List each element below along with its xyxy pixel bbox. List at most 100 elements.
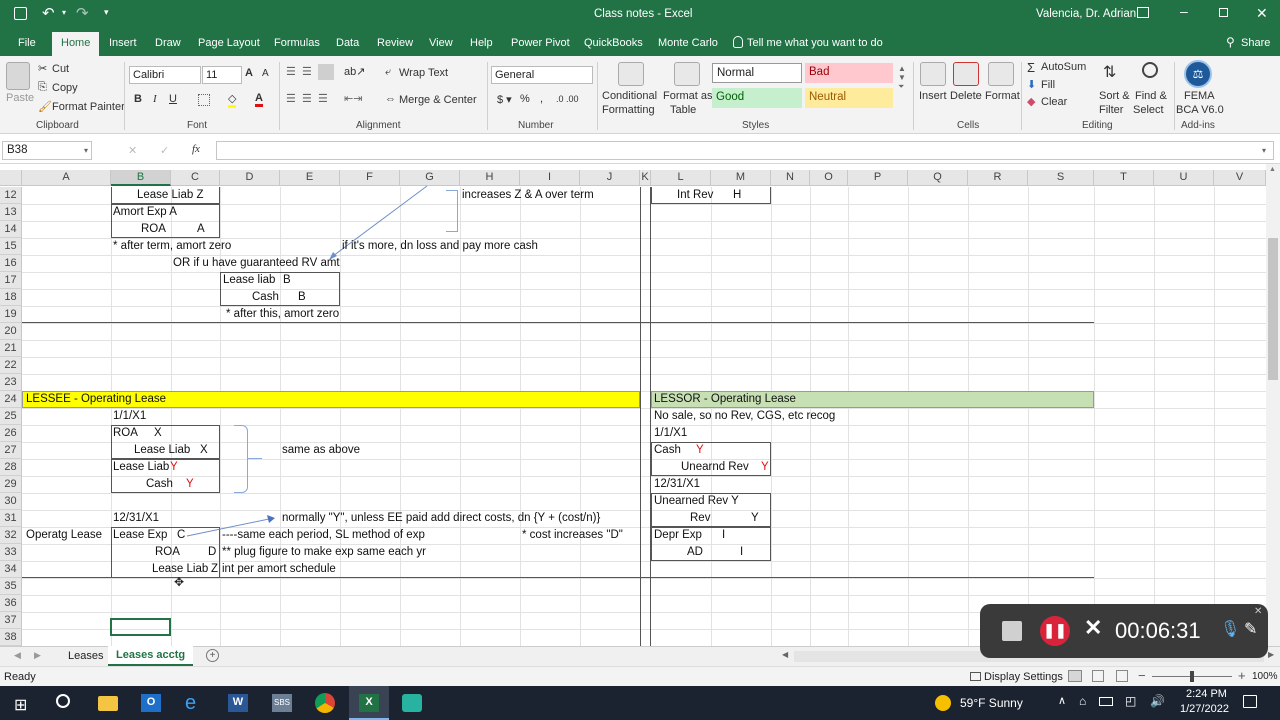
tray-chevron-icon[interactable]: ∧ <box>1058 694 1066 707</box>
tab-insert[interactable]: Insert <box>109 37 137 49</box>
cell-l26[interactable]: 1/1/X1 <box>654 425 687 442</box>
display-settings-icon[interactable] <box>970 672 981 681</box>
row-header[interactable]: 19 <box>0 306 22 323</box>
percent-icon[interactable]: % <box>520 93 530 105</box>
merge-center-button[interactable]: Merge & Center <box>399 94 477 106</box>
cell-m33[interactable]: I <box>740 544 743 561</box>
cell-e27[interactable]: same as above <box>282 442 360 459</box>
col-header-r[interactable]: R <box>968 170 1028 186</box>
app-icon[interactable]: SBS <box>272 694 292 712</box>
sort-filter-label2[interactable]: Filter <box>1099 104 1123 116</box>
row-header[interactable]: 34 <box>0 561 22 578</box>
cell-d33[interactable]: ** plug figure to make exp same each yr <box>222 544 426 561</box>
style-normal[interactable]: Normal <box>712 63 802 83</box>
weather-text[interactable]: 59°F Sunny <box>960 696 1023 710</box>
notifications-icon[interactable] <box>1243 695 1257 708</box>
cell-e31[interactable]: normally "Y", unless EE paid add direct … <box>282 510 600 527</box>
row-header[interactable]: 29 <box>0 476 22 493</box>
cell-b25[interactable]: 1/1/X1 <box>113 408 146 425</box>
insert-cells-icon[interactable] <box>920 62 946 86</box>
find-select-icon[interactable] <box>1142 62 1158 78</box>
cell-d33-amount[interactable]: D <box>208 544 216 561</box>
tell-me-search[interactable]: Tell me what you want to do <box>747 37 883 49</box>
align-middle-icon[interactable]: ☰ <box>302 65 312 78</box>
network-icon[interactable]: ⌂ <box>1079 694 1086 708</box>
tab-draw[interactable]: Draw <box>155 37 181 49</box>
cut-icon[interactable]: ✂ <box>38 62 47 75</box>
tab-page-layout[interactable]: Page Layout <box>198 37 260 49</box>
row-header[interactable]: 16 <box>0 255 22 272</box>
align-top-icon[interactable]: ☰ <box>286 65 296 78</box>
col-header-t[interactable]: T <box>1094 170 1154 186</box>
cell-l33[interactable]: AD <box>687 544 703 561</box>
hscroll-left-icon[interactable]: ◀ <box>782 650 788 659</box>
scroll-thumb[interactable] <box>1268 238 1278 380</box>
format-cells-button[interactable]: Format <box>985 90 1020 102</box>
selected-cell-b38[interactable] <box>110 618 171 636</box>
cell-b28-amount[interactable]: Y <box>170 459 178 476</box>
clock-time[interactable]: 2:24 PM <box>1186 688 1227 700</box>
cut-button[interactable]: Cut <box>52 63 69 75</box>
row-header[interactable]: 15 <box>0 238 22 255</box>
row-header[interactable]: 37 <box>0 612 22 629</box>
col-header-v[interactable]: V <box>1214 170 1266 186</box>
clock-date[interactable]: 1/27/2022 <box>1180 703 1229 715</box>
tab-quickbooks[interactable]: QuickBooks <box>584 37 643 49</box>
stop-recording-icon[interactable] <box>1002 621 1022 641</box>
styles-scroll-icon[interactable]: ▲ ▼ ⏷ <box>898 64 906 92</box>
col-header-l[interactable]: L <box>651 170 711 186</box>
col-header-i[interactable]: I <box>520 170 580 186</box>
sheet-nav-prev-icon[interactable]: ◀ <box>14 650 21 661</box>
cell-c33[interactable]: ROA <box>155 544 180 561</box>
cell-l12[interactable]: Int Rev <box>677 187 713 204</box>
cell-b31[interactable]: 12/31/X1 <box>113 510 159 527</box>
cell-m32[interactable]: I <box>722 527 725 544</box>
save-icon[interactable] <box>14 7 27 20</box>
recorder-close-icon[interactable]: ✕ <box>1254 606 1262 617</box>
normal-view-icon[interactable] <box>1068 670 1082 682</box>
col-header-n[interactable]: N <box>771 170 810 186</box>
cell-b27[interactable]: Lease Liab <box>134 442 190 459</box>
font-size-select[interactable]: 11 <box>202 66 242 84</box>
cell-l32[interactable]: Depr Exp <box>654 527 702 544</box>
conditional-formatting-icon[interactable] <box>618 62 644 86</box>
cell-m12[interactable]: H <box>733 187 741 204</box>
sheet-tab-leases-acctg[interactable]: Leases acctg <box>108 646 194 666</box>
col-header-m[interactable]: M <box>711 170 771 186</box>
row-header[interactable]: 30 <box>0 493 22 510</box>
cell-d32[interactable]: ----same each period, SL method of exp <box>222 527 425 544</box>
row-header[interactable]: 14 <box>0 221 22 238</box>
bold-icon[interactable]: B <box>134 93 142 105</box>
row-header[interactable]: 23 <box>0 374 22 391</box>
tab-view[interactable]: View <box>429 37 453 49</box>
display-settings-button[interactable]: Display Settings <box>984 671 1063 683</box>
col-header-o[interactable]: O <box>810 170 848 186</box>
cell-b28[interactable]: Lease Liab <box>113 459 169 476</box>
cell-e17[interactable]: B <box>283 272 291 289</box>
currency-icon[interactable]: $ ▾ <box>497 93 512 106</box>
cell-i32[interactable]: * cost increases "D" <box>522 527 623 544</box>
font-name-select[interactable]: Calibri <box>129 66 201 84</box>
cell-c14[interactable]: A <box>197 221 205 238</box>
expand-formula-bar-icon[interactable]: ▾ <box>1262 146 1266 155</box>
sort-filter-button[interactable]: Sort & <box>1099 90 1130 102</box>
cell-m31[interactable]: Y <box>751 510 759 527</box>
hscroll-right-icon[interactable]: ▶ <box>1268 650 1274 659</box>
minimize-icon[interactable]: – <box>1180 3 1188 19</box>
cell-m28[interactable]: Y <box>761 459 769 476</box>
zoom-level[interactable]: 100% <box>1252 671 1278 682</box>
file-explorer-icon[interactable] <box>98 696 118 711</box>
name-box[interactable]: B38 ▾ <box>2 141 92 160</box>
row-header[interactable]: 31 <box>0 510 22 527</box>
tab-formulas[interactable]: Formulas <box>274 37 320 49</box>
conditional-formatting-button[interactable]: Conditional <box>602 90 657 102</box>
row-header[interactable]: 35 <box>0 578 22 595</box>
col-header-k[interactable]: K <box>640 170 651 186</box>
outlook-icon[interactable]: O <box>141 694 161 712</box>
fill-color-icon[interactable]: ◇ <box>228 92 237 108</box>
find-select-label2[interactable]: Select <box>1133 104 1164 116</box>
cell-d17[interactable]: Lease liab <box>223 272 275 289</box>
row-header[interactable]: 21 <box>0 340 22 357</box>
sheet-tab-leases[interactable]: Leases <box>62 649 109 663</box>
align-center-icon[interactable]: ☰ <box>302 92 312 105</box>
